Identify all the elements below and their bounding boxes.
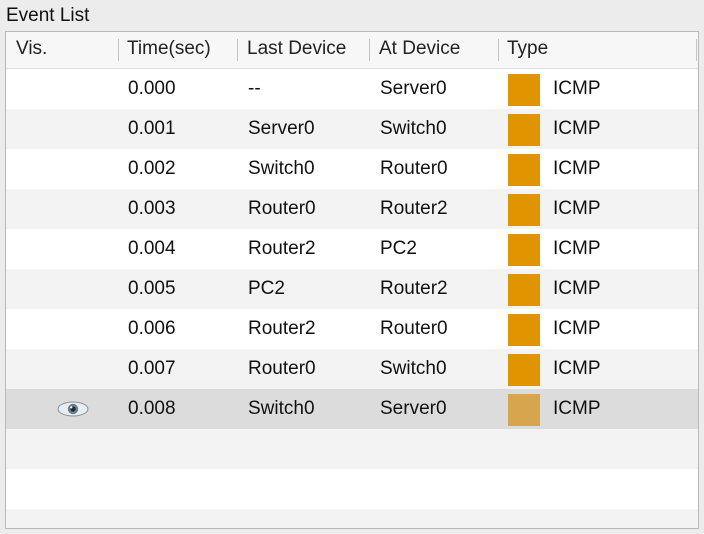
time-cell: 0.002 [128, 158, 176, 179]
column-divider[interactable] [696, 39, 697, 61]
panel-title: Event List [6, 5, 90, 26]
at-device-cell: Router2 [380, 198, 448, 219]
time-cell: 0.007 [128, 358, 176, 379]
column-header-at-device[interactable]: At Device [379, 32, 460, 68]
time-cell: 0.004 [128, 238, 176, 259]
last-device-cell: Router2 [248, 238, 316, 259]
column-divider[interactable] [369, 39, 370, 61]
type-cell: ICMP [553, 278, 601, 299]
column-header-last-device[interactable]: Last Device [247, 32, 346, 68]
type-color-swatch[interactable] [508, 274, 540, 306]
table-row[interactable]: 0.000 -- Server0 ICMP [6, 69, 698, 109]
eye-icon[interactable] [56, 400, 90, 418]
table-row[interactable]: 0.001 Server0 Switch0 ICMP [6, 109, 698, 149]
type-cell: ICMP [553, 318, 601, 339]
time-cell: 0.008 [128, 398, 176, 419]
last-device-cell: Router0 [248, 358, 316, 379]
at-device-cell: Switch0 [380, 118, 447, 139]
type-color-swatch[interactable] [508, 154, 540, 186]
at-device-cell: Server0 [380, 398, 447, 419]
event-table: Vis. Time(sec) Last Device At Device Typ… [5, 31, 699, 529]
at-device-cell: Router0 [380, 318, 448, 339]
last-device-cell: PC2 [248, 278, 285, 299]
last-device-cell: Switch0 [248, 158, 315, 179]
last-device-cell: Switch0 [248, 398, 315, 419]
at-device-cell: Router2 [380, 278, 448, 299]
type-color-swatch[interactable] [508, 114, 540, 146]
table-header: Vis. Time(sec) Last Device At Device Typ… [6, 32, 698, 69]
empty-row [6, 469, 698, 509]
last-device-cell: -- [248, 78, 261, 99]
at-device-cell: Server0 [380, 78, 447, 99]
time-cell: 0.005 [128, 278, 176, 299]
table-row[interactable]: 0.003 Router0 Router2 ICMP [6, 189, 698, 229]
table-row[interactable]: 0.004 Router2 PC2 ICMP [6, 229, 698, 269]
at-device-cell: PC2 [380, 238, 417, 259]
at-device-cell: Switch0 [380, 358, 447, 379]
column-divider[interactable] [237, 39, 238, 61]
column-header-vis[interactable]: Vis. [16, 32, 47, 68]
column-header-time[interactable]: Time(sec) [127, 32, 211, 68]
last-device-cell: Server0 [248, 118, 315, 139]
time-cell: 0.006 [128, 318, 176, 339]
type-color-swatch[interactable] [508, 194, 540, 226]
empty-row [6, 429, 698, 469]
type-color-swatch[interactable] [508, 234, 540, 266]
table-row[interactable]: 0.007 Router0 Switch0 ICMP [6, 349, 698, 389]
time-cell: 0.001 [128, 118, 176, 139]
last-device-cell: Router0 [248, 198, 316, 219]
last-device-cell: Router2 [248, 318, 316, 339]
type-cell: ICMP [553, 158, 601, 179]
event-list-window: Event List Vis. Time(sec) Last Device At… [0, 0, 704, 534]
table-row[interactable]: 0.002 Switch0 Router0 ICMP [6, 149, 698, 189]
table-row[interactable]: 0.006 Router2 Router0 ICMP [6, 309, 698, 349]
type-cell: ICMP [553, 358, 601, 379]
column-divider[interactable] [498, 39, 499, 61]
type-color-swatch[interactable] [508, 394, 540, 426]
type-color-swatch[interactable] [508, 314, 540, 346]
event-rows: 0.000 -- Server0 ICMP 0.001 Server0 Swit… [6, 69, 698, 528]
type-color-swatch[interactable] [508, 74, 540, 106]
empty-row [6, 509, 698, 528]
type-cell: ICMP [553, 198, 601, 219]
type-cell: ICMP [553, 118, 601, 139]
type-cell: ICMP [553, 398, 601, 419]
time-cell: 0.000 [128, 78, 176, 99]
time-cell: 0.003 [128, 198, 176, 219]
at-device-cell: Router0 [380, 158, 448, 179]
table-row[interactable]: 0.005 PC2 Router2 ICMP [6, 269, 698, 309]
type-color-swatch[interactable] [508, 354, 540, 386]
type-cell: ICMP [553, 78, 601, 99]
column-divider[interactable] [118, 39, 119, 61]
type-cell: ICMP [553, 238, 601, 259]
column-header-type[interactable]: Type [507, 32, 548, 68]
table-row-selected[interactable]: 0.008 Switch0 Server0 ICMP [6, 389, 698, 429]
